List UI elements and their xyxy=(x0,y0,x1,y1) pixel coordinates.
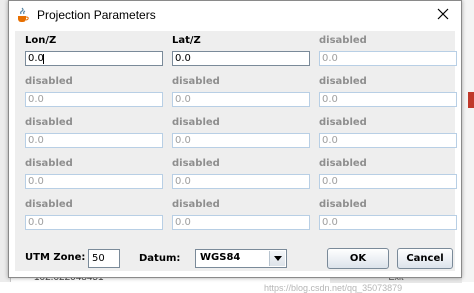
param-value: 0.0 xyxy=(28,94,44,105)
param-label: disabled xyxy=(25,117,73,128)
param-input-disabled: 0.0 xyxy=(25,133,163,148)
param-value: 0.0 xyxy=(28,217,44,228)
param-value: 0.0 xyxy=(175,94,191,105)
param-input-disabled: 0.0 xyxy=(319,133,457,148)
param-label: disabled xyxy=(172,117,220,128)
param-input-disabled: 0.0 xyxy=(319,51,457,66)
param-value: 0.0 xyxy=(28,176,44,187)
window-title: Projection Parameters xyxy=(37,8,156,22)
param-input-disabled: 0.0 xyxy=(25,174,163,189)
close-icon xyxy=(437,5,449,24)
datum-dropdown[interactable]: WGS84 xyxy=(195,249,287,268)
title-bar[interactable]: Projection Parameters xyxy=(9,1,461,29)
param-input-disabled: 0.0 xyxy=(172,133,310,148)
param-value: 0.0 xyxy=(322,94,338,105)
param-input-disabled: 0.0 xyxy=(319,92,457,107)
param-label: disabled xyxy=(319,158,367,169)
ok-button[interactable]: OK xyxy=(327,248,389,269)
param-label: disabled xyxy=(319,76,367,87)
param-value: 0.0 xyxy=(322,53,338,64)
param-input[interactable]: 0.0 xyxy=(172,51,310,66)
projection-parameters-dialog: Projection Parameters Lon/Z 0.0 Lat/Z 0.0 di… xyxy=(8,0,462,293)
datum-label: Datum: xyxy=(139,253,181,264)
param-value: 0.0 xyxy=(175,53,191,64)
param-value: 0.0 xyxy=(28,135,44,146)
param-label: disabled xyxy=(172,158,220,169)
param-value: 0.0 xyxy=(28,53,44,64)
param-label: Lat/Z xyxy=(172,35,201,46)
text-caret xyxy=(43,54,44,64)
param-value: 0.0 xyxy=(322,176,338,187)
utm-zone-label: UTM Zone: xyxy=(25,252,86,263)
parameters-panel: Lon/Z 0.0 Lat/Z 0.0 disabled 0.0 disabled 0.0 di… xyxy=(15,31,457,293)
param-label: disabled xyxy=(319,117,367,128)
param-input-disabled: 0.0 xyxy=(25,92,163,107)
param-label: disabled xyxy=(319,35,367,46)
param-label: disabled xyxy=(319,199,367,210)
param-label: disabled xyxy=(25,158,73,169)
param-value: 0.0 xyxy=(175,176,191,187)
utm-zone-field[interactable]: 50 xyxy=(88,249,120,268)
background-window-right xyxy=(462,0,474,282)
param-label: disabled xyxy=(25,199,73,210)
background-marker xyxy=(468,92,474,108)
param-input-disabled: 0.0 xyxy=(25,215,163,230)
java-cup-icon xyxy=(15,7,31,23)
param-label: Lon/Z xyxy=(25,35,57,46)
close-button[interactable] xyxy=(427,2,459,26)
param-label: disabled xyxy=(172,76,220,87)
chevron-down-icon[interactable] xyxy=(269,251,285,266)
param-input-disabled: 0.0 xyxy=(319,215,457,230)
param-input-disabled: 0.0 xyxy=(172,174,310,189)
param-value: 0.0 xyxy=(175,217,191,228)
param-value: 0.0 xyxy=(322,135,338,146)
param-label: disabled xyxy=(25,76,73,87)
param-input-disabled: 0.0 xyxy=(172,215,310,230)
param-input-disabled: 0.0 xyxy=(319,174,457,189)
watermark-text: https://blog.csdn.net/qq_35073879 xyxy=(264,283,403,293)
cancel-button[interactable]: Cancel xyxy=(397,248,453,269)
datum-selected-value: WGS84 xyxy=(200,252,241,263)
param-label: disabled xyxy=(172,199,220,210)
param-value: 0.0 xyxy=(322,217,338,228)
param-input-disabled: 0.0 xyxy=(172,92,310,107)
param-value: 0.0 xyxy=(175,135,191,146)
param-input[interactable]: 0.0 xyxy=(25,51,163,66)
